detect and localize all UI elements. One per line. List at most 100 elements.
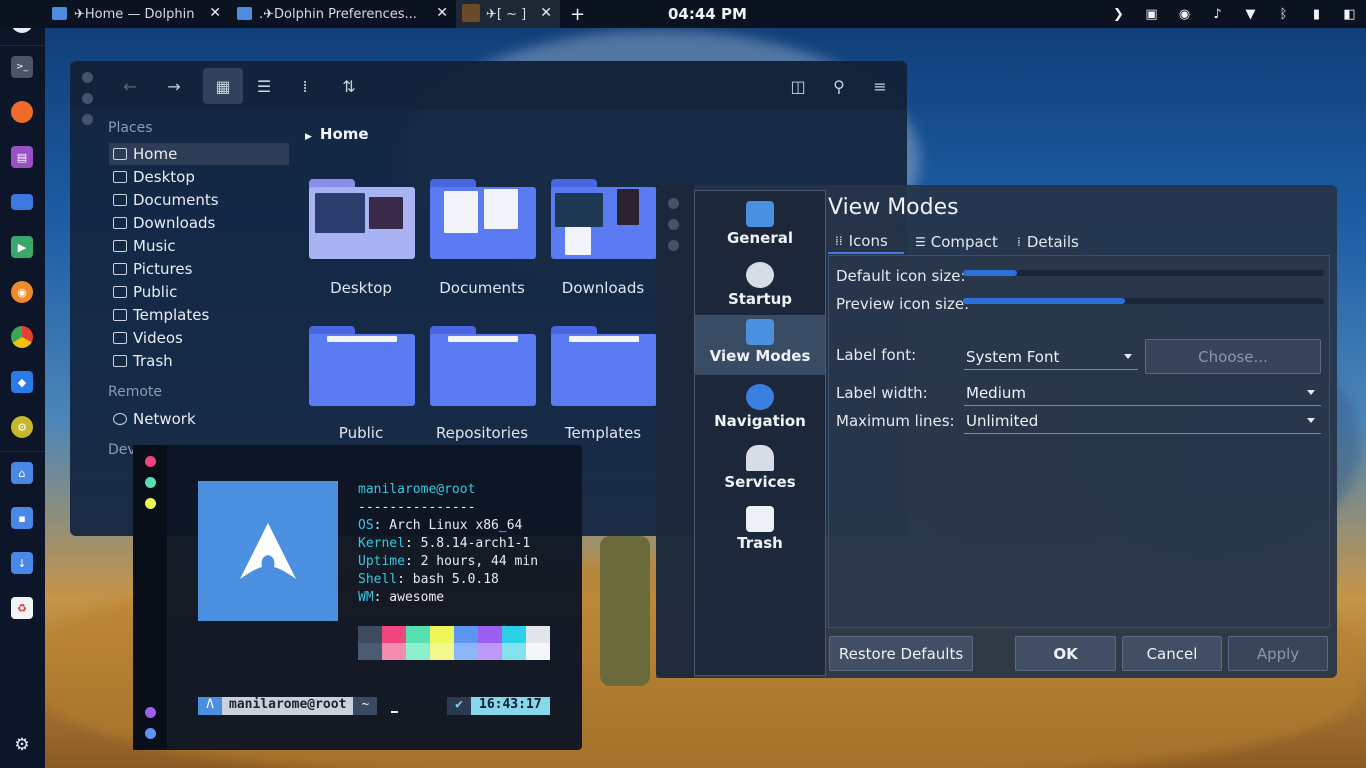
- maximum-lines-select[interactable]: Unlimited: [964, 409, 1321, 434]
- place-downloads[interactable]: Downloads: [109, 212, 289, 234]
- clock[interactable]: 04:44 PM: [668, 5, 747, 23]
- hamburger-menu-icon[interactable]: ≡: [860, 68, 900, 104]
- music-icon[interactable]: ♪: [1201, 7, 1234, 22]
- battery-icon[interactable]: ▮: [1300, 7, 1333, 22]
- place-music[interactable]: Music: [109, 235, 289, 257]
- folder-label: Documents: [439, 279, 525, 297]
- folder-desktop[interactable]: [309, 179, 415, 259]
- search-icon[interactable]: ⚲: [819, 68, 859, 104]
- trash-icon[interactable]: ♻: [11, 597, 33, 619]
- choose-font-button[interactable]: Choose...: [1145, 339, 1321, 374]
- screenshot-icon[interactable]: ▣: [1135, 7, 1168, 22]
- place-pictures[interactable]: Pictures: [109, 258, 289, 280]
- panel-icon[interactable]: ◧: [1333, 7, 1366, 22]
- terminal-sticky-dot[interactable]: [145, 707, 156, 718]
- new-tab-button[interactable]: +: [570, 4, 585, 25]
- docs-folder-icon[interactable]: ▪: [11, 507, 33, 529]
- category-general[interactable]: General: [695, 197, 825, 257]
- downloads-folder-icon[interactable]: ↓: [11, 552, 33, 574]
- terminal-minimize-dot[interactable]: [145, 498, 156, 509]
- palette-swatch: [478, 626, 502, 643]
- settings-gear-icon[interactable]: ⚙: [11, 734, 33, 756]
- tab-details[interactable]: ⁞ Details: [1010, 230, 1086, 254]
- taskbar-tab-preferences[interactable]: .✈Dolphin Preferences... ✕: [229, 0, 456, 28]
- player-icon[interactable]: ▶: [11, 236, 33, 258]
- record-icon[interactable]: ◉: [1168, 7, 1201, 22]
- close-icon[interactable]: ✕: [209, 5, 221, 21]
- apply-button[interactable]: Apply: [1228, 636, 1328, 671]
- info-kernel: Kernel: 5.8.14-arch1-1: [358, 536, 531, 551]
- label-width-select[interactable]: Medium: [964, 381, 1321, 406]
- icons-view-icon[interactable]: ▦: [203, 68, 243, 104]
- place-templates[interactable]: Templates: [109, 304, 289, 326]
- window-maximize-dot[interactable]: [82, 114, 93, 125]
- terminal-close-dot[interactable]: [145, 456, 156, 467]
- place-label: Public: [133, 283, 178, 301]
- wifi-icon[interactable]: ▼: [1234, 7, 1267, 22]
- folder-repositories[interactable]: [430, 326, 536, 406]
- place-home[interactable]: Home: [109, 143, 289, 165]
- folder-icon: [52, 7, 67, 20]
- cancel-button[interactable]: Cancel: [1122, 636, 1222, 671]
- folder-documents[interactable]: [430, 179, 536, 259]
- network-tool-icon[interactable]: ⚙: [11, 416, 33, 438]
- ok-button[interactable]: OK: [1015, 636, 1116, 671]
- category-startup[interactable]: Startup: [695, 258, 825, 318]
- place-network[interactable]: Network: [109, 408, 289, 430]
- place-trash[interactable]: Trash: [109, 350, 289, 372]
- window-close-dot[interactable]: [82, 72, 93, 83]
- dialog-maximize-dot[interactable]: [668, 240, 679, 251]
- place-public[interactable]: Public: [109, 281, 289, 303]
- compact-view-icon[interactable]: ☰: [244, 68, 284, 104]
- dialog-minimize-dot[interactable]: [668, 219, 679, 230]
- bluetooth-icon[interactable]: ᛒ: [1267, 7, 1300, 22]
- restore-defaults-button[interactable]: Restore Defaults: [829, 636, 973, 671]
- folder-public[interactable]: [309, 326, 415, 406]
- tab-compact[interactable]: ☰ Compact: [908, 230, 1005, 254]
- firefox-icon[interactable]: [11, 101, 33, 123]
- terminal-icon[interactable]: >_: [11, 56, 33, 78]
- info-uptime: Uptime: 2 hours, 44 min: [358, 554, 539, 569]
- forward-arrow-icon[interactable]: →: [154, 68, 194, 104]
- place-label: Music: [133, 237, 176, 255]
- folder-downloads[interactable]: [551, 179, 657, 259]
- back-arrow-icon[interactable]: ←: [110, 68, 150, 104]
- files-icon[interactable]: [11, 194, 33, 210]
- terminal-window[interactable]: manilarome@root --------------- OS: Arch…: [133, 445, 582, 750]
- terminal-titlebar: [133, 445, 167, 750]
- palette-swatch: [358, 643, 382, 660]
- close-icon[interactable]: ✕: [540, 5, 552, 21]
- app-icon[interactable]: ▤: [11, 146, 33, 168]
- chevron-right-icon[interactable]: ❯: [1102, 7, 1135, 22]
- label-font-value: System Font: [966, 348, 1060, 366]
- breadcrumb[interactable]: ▶ Home: [305, 125, 369, 143]
- details-view-icon[interactable]: ⁞: [285, 68, 325, 104]
- details-list-icon: ⁞: [1017, 235, 1021, 249]
- default-icon-size-slider[interactable]: [963, 270, 1324, 276]
- place-desktop[interactable]: Desktop: [109, 166, 289, 188]
- place-documents[interactable]: Documents: [109, 189, 289, 211]
- split-view-icon[interactable]: ◫: [778, 68, 818, 104]
- chrome-icon[interactable]: [11, 326, 33, 348]
- label-font-select[interactable]: System Font: [964, 345, 1138, 370]
- taskbar-tab-dolphin[interactable]: ✈Home — Dolphin ✕: [0, 0, 229, 28]
- tab-icons[interactable]: ⁞⁞ Icons: [828, 230, 904, 254]
- dialog-close-dot[interactable]: [668, 198, 679, 209]
- window-minimize-dot[interactable]: [82, 93, 93, 104]
- terminal-maximize-dot[interactable]: [145, 477, 156, 488]
- home-folder-icon[interactable]: ⌂: [11, 462, 33, 484]
- folder-templates[interactable]: [551, 326, 657, 406]
- dock-separator: [0, 45, 45, 46]
- game-icon[interactable]: ◉: [11, 281, 33, 303]
- category-navigation[interactable]: Navigation: [695, 380, 825, 440]
- category-trash[interactable]: Trash: [695, 502, 825, 562]
- category-view-modes[interactable]: View Modes: [695, 315, 825, 375]
- place-videos[interactable]: Videos: [109, 327, 289, 349]
- category-services[interactable]: Services: [695, 441, 825, 501]
- cube-icon[interactable]: ◆: [11, 371, 33, 393]
- preview-icon-size-slider[interactable]: [963, 298, 1324, 304]
- taskbar-tab-terminal[interactable]: ✈[ ~ ] ✕: [456, 0, 560, 28]
- terminal-ontop-dot[interactable]: [145, 728, 156, 739]
- sort-icon[interactable]: ⇅: [329, 68, 369, 104]
- close-icon[interactable]: ✕: [436, 5, 448, 21]
